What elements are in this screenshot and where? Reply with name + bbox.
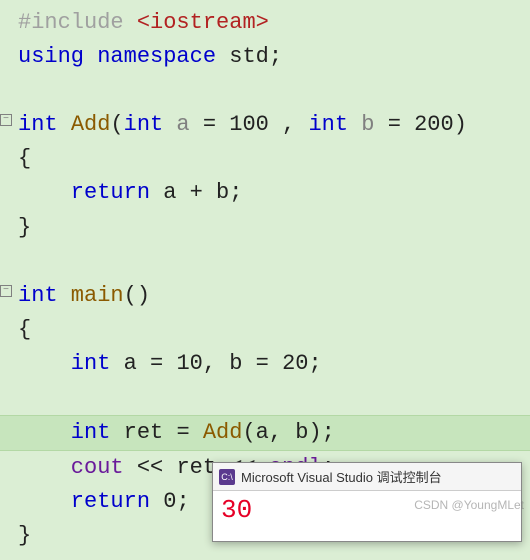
code-line-active[interactable]: int ret = Add(a, b); [0, 415, 530, 451]
console-titlebar[interactable]: C:\ Microsoft Visual Studio 调试控制台 [213, 463, 521, 491]
code-line[interactable]: −int Add(int a = 100 , int b = 200) [18, 108, 530, 142]
code-line[interactable] [18, 245, 530, 279]
code-line[interactable]: { [18, 142, 530, 176]
preproc-directive: #include [18, 10, 124, 35]
include-path: <iostream> [137, 10, 269, 35]
ident: std; [216, 44, 282, 69]
code-line[interactable]: #include <iostream> [18, 6, 530, 40]
fold-icon[interactable]: − [0, 114, 12, 126]
code-line[interactable]: } [18, 211, 530, 245]
watermark: CSDN @YoungMLet [414, 498, 524, 512]
fold-icon[interactable]: − [0, 285, 12, 297]
func-name: Add [71, 112, 111, 137]
code-line[interactable]: int a = 10, b = 20; [18, 347, 530, 381]
console-icon: C:\ [219, 469, 235, 485]
code-line[interactable]: −int main() [18, 279, 530, 313]
code-line[interactable] [18, 381, 530, 415]
code-line[interactable]: { [18, 313, 530, 347]
console-title-text: Microsoft Visual Studio 调试控制台 [241, 467, 442, 486]
code-line[interactable] [18, 74, 530, 108]
code-line[interactable]: return a + b; [18, 176, 530, 210]
type: int [18, 112, 58, 137]
code-line[interactable]: using namespace std; [18, 40, 530, 74]
keyword: using namespace [18, 44, 216, 69]
